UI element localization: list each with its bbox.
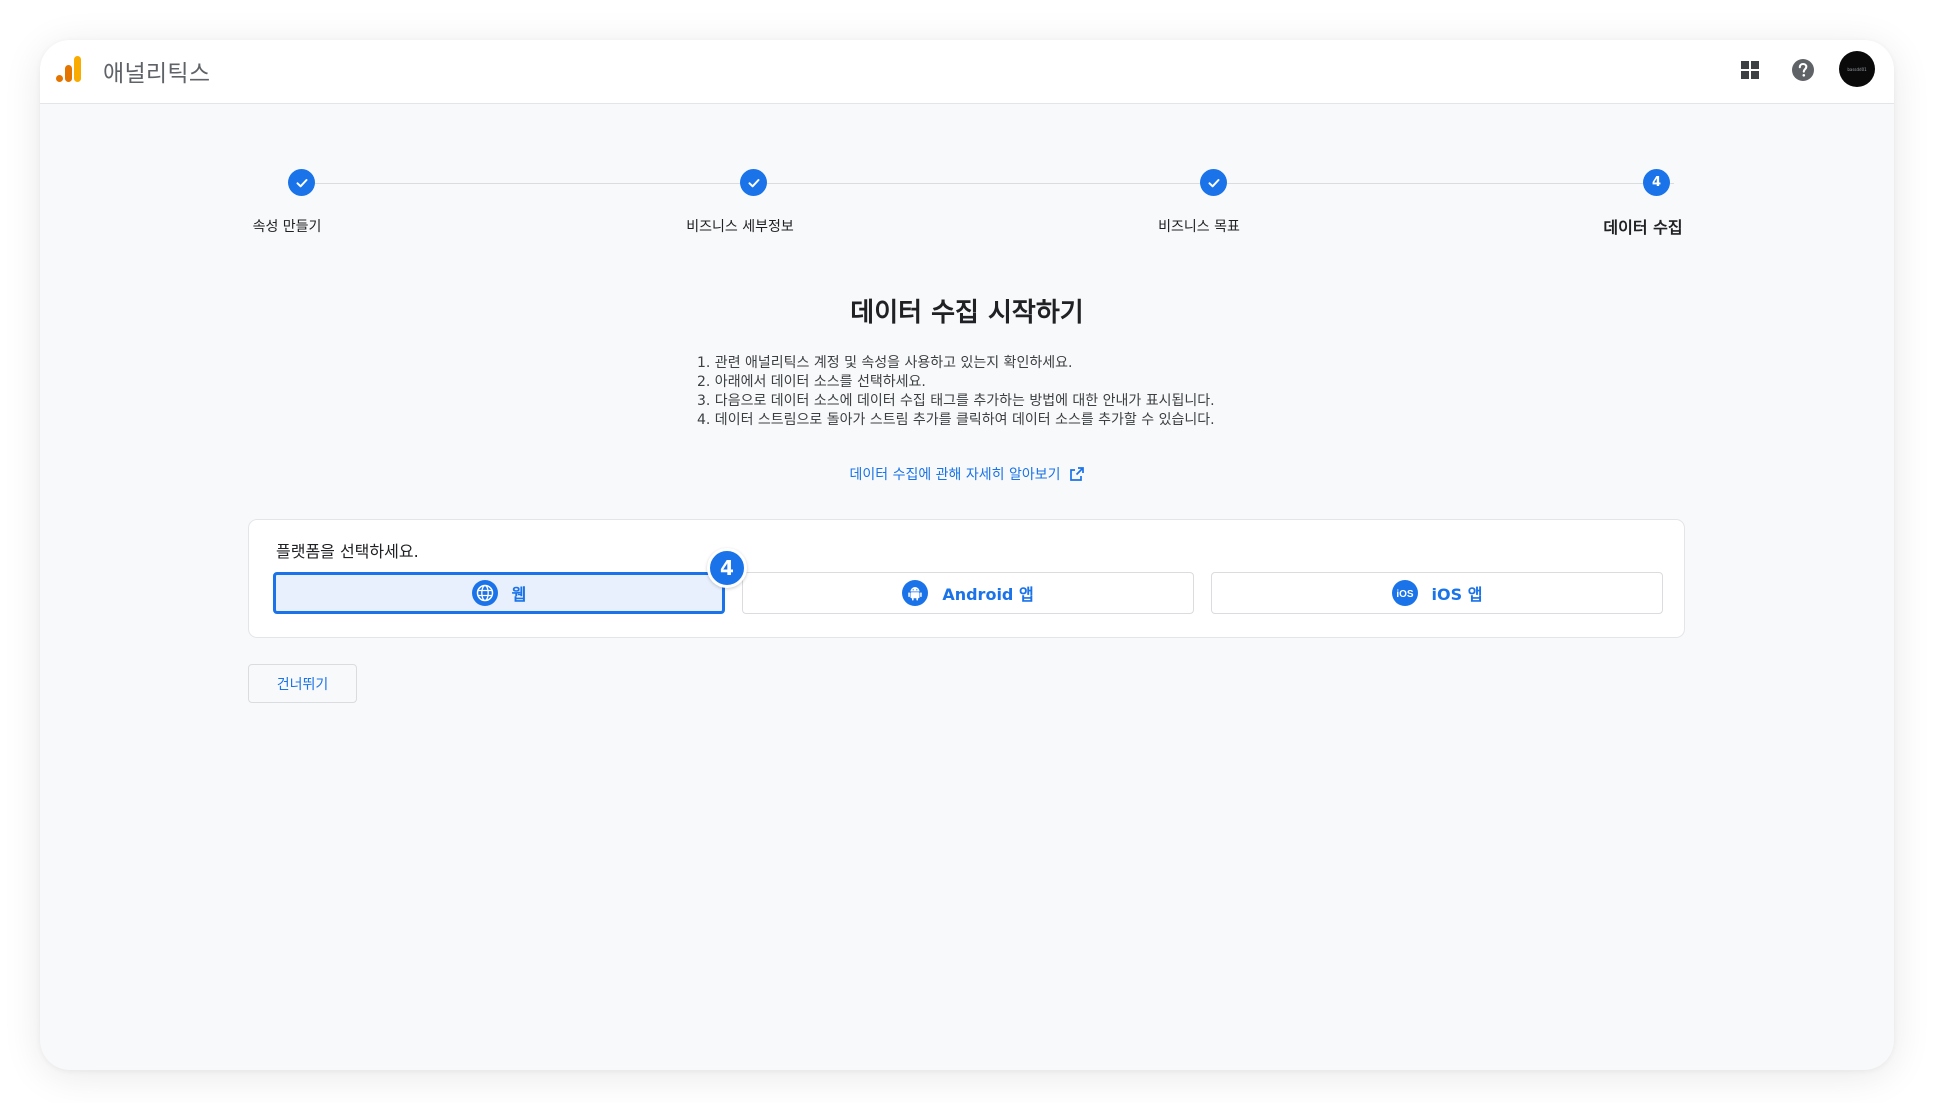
step-number-badge: 4 [707, 548, 747, 588]
learn-more-row: 데이터 수집에 관해 자세히 알아보기 [40, 464, 1894, 484]
step-4-label: 데이터 수집 [1603, 218, 1683, 237]
step-4-number: 4 [1643, 169, 1670, 196]
step-3-check-icon [1200, 169, 1227, 196]
platform-card: 플랫폼을 선택하세요. 웹 Android 앱 iOS iOS 앱 [248, 519, 1685, 638]
app-window: 애널리틱스 bassdd01 속성 만들기 비즈니스 세부정보 비즈니스 목표 … [40, 40, 1894, 1070]
ios-icon: iOS [1391, 580, 1418, 606]
platform-prompt: 플랫폼을 선택하세요. [276, 542, 419, 561]
step-2-label: 비즈니스 세부정보 [686, 219, 794, 235]
android-icon [902, 580, 929, 606]
android-platform-label: Android 앱 [942, 585, 1034, 604]
instructions-list: 1. 관련 애널리틱스 계정 및 속성을 사용하고 있는지 확인하세요. 2. … [697, 354, 1215, 430]
svg-text:iOS: iOS [1396, 589, 1414, 600]
instruction-item: 1. 관련 애널리틱스 계정 및 속성을 사용하고 있는지 확인하세요. [697, 355, 1073, 371]
learn-more-link[interactable]: 데이터 수집에 관해 자세히 알아보기 [850, 464, 1061, 484]
stepper-track [302, 183, 1674, 184]
instruction-item: 3. 다음으로 데이터 소스에 데이터 수집 태그를 추가하는 방법에 대한 안… [697, 393, 1215, 409]
globe-icon [471, 580, 498, 606]
instruction-item: 2. 아래에서 데이터 소스를 선택하세요. [697, 374, 926, 390]
ios-platform-label: iOS 앱 [1431, 585, 1483, 604]
web-platform-label: 웹 [511, 585, 527, 604]
page-title: 데이터 수집 시작하기 [850, 298, 1084, 328]
external-link-icon[interactable] [1069, 466, 1085, 482]
instruction-item: 4. 데이터 스트림으로 돌아가 스트림 추가를 클릭하여 데이터 소스를 추가… [697, 412, 1215, 428]
setup-stepper: 속성 만들기 비즈니스 세부정보 비즈니스 목표 4 데이터 수집 [40, 40, 1894, 240]
android-platform-button[interactable]: Android 앱 [742, 572, 1194, 614]
skip-button[interactable]: 건너뛰기 [248, 664, 357, 703]
web-platform-button[interactable]: 웹 [273, 572, 725, 614]
ios-platform-button[interactable]: iOS iOS 앱 [1211, 572, 1663, 614]
step-3-label: 비즈니스 목표 [1158, 219, 1240, 235]
step-1-check-icon [288, 169, 315, 196]
step-1-label: 속성 만들기 [252, 219, 322, 235]
step-2-check-icon [740, 169, 767, 196]
